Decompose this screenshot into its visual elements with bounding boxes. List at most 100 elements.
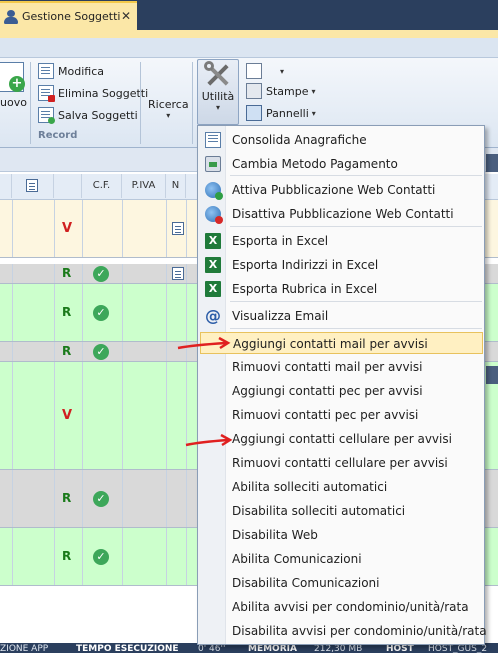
cell-separator: [82, 200, 83, 257]
menu-item-disabilita-comunicazioni[interactable]: Disabilita Comunicazioni: [200, 572, 483, 594]
menu-item-consolida-anagrafiche[interactable]: Consolida Anagrafiche: [200, 129, 483, 151]
email-tool-button[interactable]: ▾: [246, 63, 284, 79]
menu-item-abilita-comunicazioni[interactable]: Abilita Comunicazioni: [200, 548, 483, 570]
menu-separator: [230, 175, 482, 176]
menu-item-label: Abilita Comunicazioni: [232, 552, 362, 566]
document-tab-gestione-soggetti[interactable]: Gestione Soggetti ✕: [0, 1, 137, 30]
menu-item-label: Disabilita Web: [232, 528, 318, 542]
menu-item-aggiungi-contatti-cellulare-per-avvisi[interactable]: Aggiungi contatti cellulare per avvisi: [200, 428, 483, 450]
cell-separator: [12, 470, 13, 527]
cell-separator: [166, 342, 167, 361]
menu-item-esporta-indirizzi-in-excel[interactable]: X Esporta Indirizzi in Excel: [200, 254, 483, 276]
col-head-piva[interactable]: P.IVA: [122, 174, 166, 198]
menu-item-label: Consolida Anagrafiche: [232, 133, 367, 147]
delete-icon: [38, 85, 55, 102]
cell-separator: [186, 470, 187, 527]
menu-item-rimuovi-contatti-mail-per-avvisi[interactable]: Rimuovi contatti mail per avvisi: [200, 356, 483, 378]
menu-separator: [230, 226, 482, 227]
menu-item-disabilita-avvisi-per-condominio-unit-rata[interactable]: Disabilita avvisi per condominio/unità/r…: [200, 620, 487, 642]
panels-icon: [246, 105, 262, 121]
cell-separator: [122, 284, 123, 341]
cell-separator: [186, 528, 187, 585]
notes-icon[interactable]: [172, 222, 184, 235]
close-tab-icon[interactable]: ✕: [121, 9, 131, 23]
at-icon: @: [205, 306, 221, 325]
menu-item-disabilita-solleciti-automatici[interactable]: Disabilita solleciti automatici: [200, 500, 483, 522]
chevron-down-icon: ▾: [311, 86, 316, 96]
cell-separator: [82, 362, 83, 469]
cell-separator: [122, 342, 123, 361]
cell-separator: [82, 528, 83, 585]
notes-icon[interactable]: [172, 267, 184, 280]
cell-separator: [54, 284, 55, 341]
menu-item-disabilita-web[interactable]: Disabilita Web: [200, 524, 483, 546]
menu-item-label: Aggiungi contatti pec per avvisi: [232, 384, 423, 398]
menu-item-aggiungi-contatti-pec-per-avvisi[interactable]: Aggiungi contatti pec per avvisi: [200, 380, 483, 402]
modifica-button[interactable]: Modifica: [38, 63, 104, 79]
calendar-icon: [26, 179, 38, 192]
cell-separator: [166, 528, 167, 585]
ricerca-label: Ricerca: [148, 98, 189, 111]
tab-accent-bar: [0, 30, 498, 38]
cell-separator: [82, 470, 83, 527]
col-head-calendar[interactable]: [12, 174, 54, 198]
cell-separator: [166, 362, 167, 469]
menu-item-abilita-avvisi-per-condominio-unit-rata[interactable]: Abilita avvisi per condominio/unità/rata: [200, 596, 483, 618]
menu-item-attiva-pubblicazione-web-contatti[interactable]: Attiva Pubblicazione Web Contatti: [200, 179, 483, 201]
status-flag: R: [62, 305, 72, 319]
cell-separator: [82, 342, 83, 361]
cell-separator: [12, 284, 13, 341]
ricerca-button[interactable]: Ricerca ▾: [148, 98, 189, 120]
status-exec-label: TEMPO ESECUZIONE: [76, 644, 179, 653]
document-tab-bar: Gestione Soggetti ✕: [0, 0, 498, 30]
menu-item-esporta-rubrica-in-excel[interactable]: X Esporta Rubrica in Excel: [200, 278, 483, 300]
cell-separator: [82, 264, 83, 283]
tools-icon: [204, 61, 229, 86]
cell-separator: [122, 528, 123, 585]
pannelli-button[interactable]: Pannelli ▾: [246, 105, 316, 121]
cell-separator: [54, 342, 55, 361]
cell-separator: [122, 264, 123, 283]
menu-item-cambia-metodo-pagamento[interactable]: Cambia Metodo Pagamento: [200, 153, 483, 175]
menu-separator: [230, 328, 482, 329]
menu-item-visualizza-email[interactable]: @ Visualizza Email: [200, 305, 483, 327]
utilita-button[interactable]: Utilità ▾: [197, 59, 239, 125]
salva-label: Salva Soggetti: [58, 108, 138, 122]
elimina-soggetti-button[interactable]: Elimina Soggetti: [38, 85, 148, 102]
chevron-down-icon: ▾: [166, 111, 171, 120]
ribbon-separator: [192, 62, 193, 144]
col-head-cf[interactable]: C.F.: [82, 174, 122, 198]
cell-separator: [122, 200, 123, 257]
menu-item-rimuovi-contatti-pec-per-avvisi[interactable]: Rimuovi contatti pec per avvisi: [200, 404, 483, 426]
menu-item-label: Rimuovi contatti pec per avvisi: [232, 408, 419, 422]
menu-item-label: Abilita solleciti automatici: [232, 480, 388, 494]
cell-separator: [54, 528, 55, 585]
cell-separator: [166, 284, 167, 341]
salva-soggetti-button[interactable]: Salva Soggetti: [38, 107, 138, 124]
col-head-flag[interactable]: [54, 174, 82, 198]
status-flag: R: [62, 491, 72, 505]
menu-item-disattiva-pubblicazione-web-contatti[interactable]: Disattiva Pubblicazione Web Contatti: [200, 203, 483, 225]
checkmark-icon: ✓: [93, 549, 109, 565]
merge-icon: [205, 132, 221, 148]
globe-add-icon: [205, 182, 223, 200]
cell-separator: [12, 200, 13, 257]
status-flag: V: [62, 408, 73, 423]
nuovo-button[interactable]: uovo: [0, 96, 27, 109]
menu-item-esporta-in-excel[interactable]: X Esporta in Excel: [200, 230, 483, 252]
add-icon: +: [9, 76, 25, 92]
cell-separator: [54, 362, 55, 469]
cell-separator: [186, 284, 187, 341]
status-flag: V: [62, 221, 73, 236]
cell-separator: [186, 362, 187, 469]
menu-item-label: Esporta Indirizzi in Excel: [232, 258, 379, 272]
stampe-button[interactable]: Stampe ▾: [246, 83, 316, 99]
side-panel-header: [486, 154, 498, 172]
checkmark-icon: ✓: [93, 266, 109, 282]
cell-separator: [54, 200, 55, 257]
menu-item-rimuovi-contatti-cellulare-per-avvisi[interactable]: Rimuovi contatti cellulare per avvisi: [200, 452, 483, 474]
col-head-n[interactable]: N: [166, 174, 186, 198]
menu-item-aggiungi-contatti-mail-per-avvisi[interactable]: Aggiungi contatti mail per avvisi: [200, 332, 483, 354]
cell-separator: [54, 264, 55, 283]
menu-item-abilita-solleciti-automatici[interactable]: Abilita solleciti automatici: [200, 476, 483, 498]
